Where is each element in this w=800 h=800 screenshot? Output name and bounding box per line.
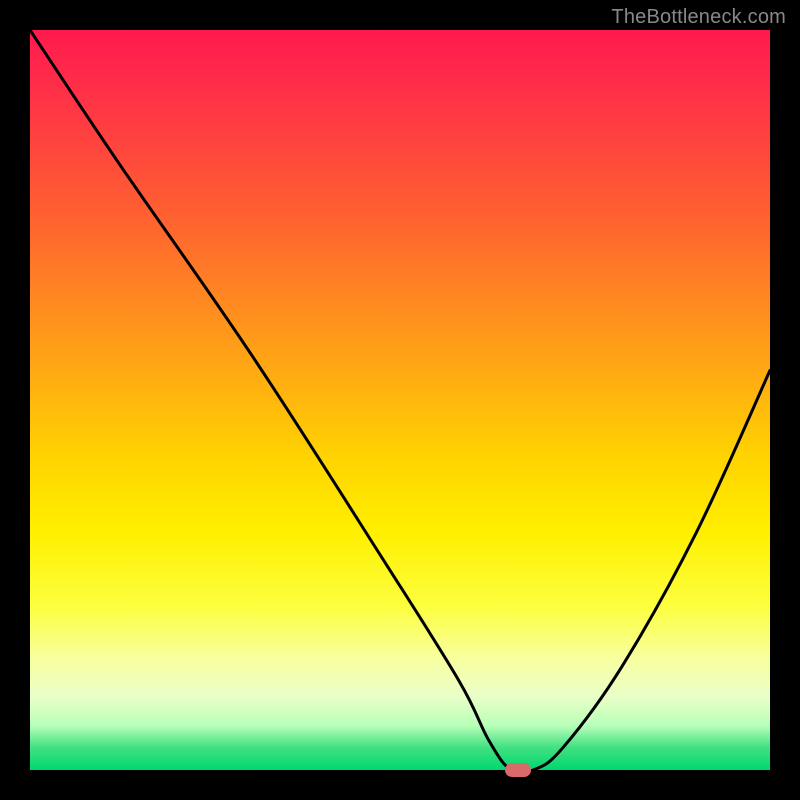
plot-area bbox=[30, 30, 770, 770]
chart-frame: TheBottleneck.com bbox=[0, 0, 800, 800]
optimal-marker bbox=[505, 763, 531, 777]
curve-layer bbox=[30, 30, 770, 770]
bottleneck-curve bbox=[30, 30, 770, 770]
watermark-text: TheBottleneck.com bbox=[611, 6, 786, 29]
